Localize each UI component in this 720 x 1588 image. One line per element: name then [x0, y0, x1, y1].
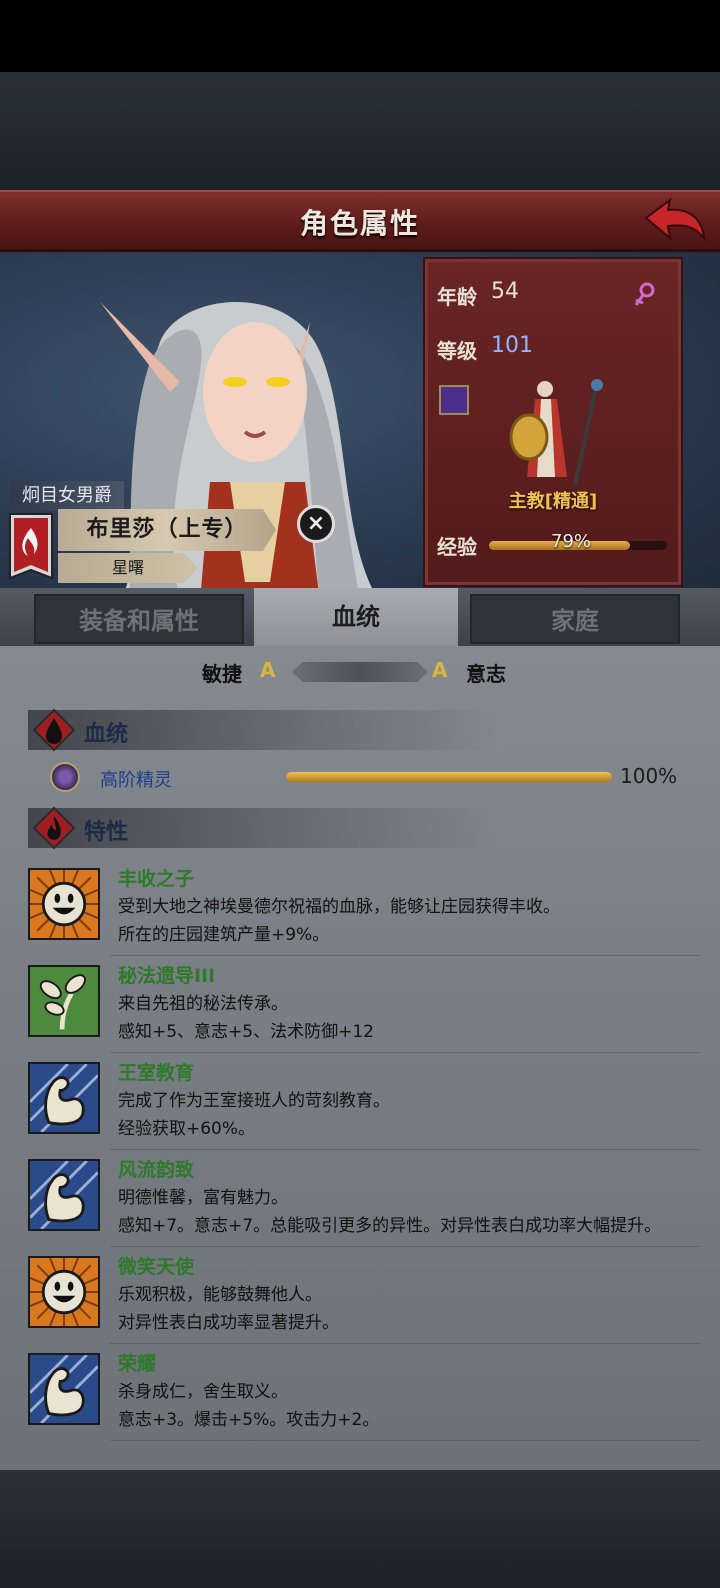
divider	[110, 1343, 700, 1344]
lineage-section-title: 血统	[84, 722, 129, 747]
female-symbol-icon	[634, 282, 655, 306]
trait-row[interactable]: 微笑天使乐观积极，能够鼓舞他人。 对异性表白成功率显著提升。	[0, 1248, 720, 1344]
exp-label: 经验	[437, 535, 477, 559]
traits-section-title: 特性	[84, 820, 129, 845]
smiley-face-icon	[26, 1254, 102, 1330]
lineage-row: 高阶精灵 100%	[50, 760, 690, 796]
top-backdrop	[0, 72, 720, 190]
character-title: 星曙	[58, 553, 198, 583]
rank-tag: 炯目女男爵	[10, 481, 124, 511]
trait-row[interactable]: 风流韵致明德惟馨，富有魅力。感知+7。意志+7。总能吸引更多的异性。对异性表白成…	[0, 1151, 720, 1247]
close-icon[interactable]: ×	[297, 505, 335, 543]
class-figure	[509, 379, 603, 486]
trait-name: 微笑天使	[118, 1256, 195, 1278]
trait-name: 丰收之子	[118, 868, 195, 890]
trait-name: 秘法遗导III	[118, 965, 216, 987]
trait-row[interactable]: 荣耀杀身成仁，舍生取义。意志+3。爆击+5%。攻击力+2。	[0, 1345, 720, 1441]
class-name: 主教[精通]	[508, 491, 598, 512]
attr-bar	[292, 662, 428, 682]
trait-description: 意志+3。爆击+5%。攻击力+2。	[118, 1410, 380, 1430]
tab-lineage[interactable]: 血统	[254, 588, 458, 646]
magic-staff-icon	[439, 385, 469, 415]
trait-row[interactable]: 秘法遗导III 来自先祖的秘法传承。感知+5、意志+5、法术防御+12	[0, 957, 720, 1053]
lineage-section-header: 血统	[28, 708, 498, 752]
smiley-face-icon	[26, 866, 102, 942]
divider	[110, 1052, 700, 1053]
title-bar: 角色属性	[0, 190, 720, 252]
age-value: 54	[491, 279, 519, 304]
level-value: 101	[491, 333, 533, 358]
attr-left-name: 敏捷	[202, 662, 242, 686]
flexed-arm-icon	[28, 1062, 100, 1134]
lineage-percent: 100%	[620, 764, 678, 788]
trait-description: 对异性表白成功率显著提升。	[118, 1313, 339, 1333]
page-title: 角色属性	[299, 207, 420, 240]
trait-description: 完成了作为王室接班人的苛刻教育。	[118, 1091, 390, 1111]
trait-description: 来自先祖的秘法传承。	[118, 994, 288, 1014]
trait-name: 荣耀	[118, 1353, 157, 1375]
trait-description: 感知+7。意志+7。总能吸引更多的异性。对异性表白成功率大幅提升。	[118, 1216, 662, 1236]
flame-banner-icon	[9, 513, 53, 580]
lineage-name: 高阶精灵	[100, 770, 172, 791]
lineage-progress-bar	[286, 772, 612, 782]
attr-right-name: 意志	[466, 662, 506, 686]
trait-description: 所在的庄园建筑产量+9%。	[118, 925, 330, 945]
divider	[110, 1440, 700, 1441]
screen: 角色属性 炯目女男爵 布里莎（上专） 星曙 × 年龄 54 等级 101 主教[…	[0, 0, 720, 1588]
attribute-row: 敏捷 A A 意志	[0, 654, 720, 688]
attr-left-grade: A	[260, 658, 276, 682]
tab-bar: 装备和属性 血统 家庭	[0, 588, 720, 646]
character-name: 布里莎（上专）	[58, 509, 276, 551]
age-label: 年龄	[437, 285, 477, 309]
level-label: 等级	[437, 339, 477, 363]
back-arrow-icon[interactable]	[642, 196, 706, 246]
flexed-arm-icon	[28, 1353, 100, 1425]
tab-family[interactable]: 家庭	[470, 594, 680, 644]
trait-name: 王室教育	[118, 1062, 195, 1084]
high-elf-icon	[50, 762, 80, 792]
trait-row[interactable]: 丰收之子受到大地之神埃曼德尔祝福的血脉，能够让庄园获得丰收。 所在的庄园建筑产量+…	[0, 860, 720, 956]
bottom-backdrop	[0, 1470, 720, 1588]
divider	[110, 1149, 700, 1150]
flame-icon	[32, 806, 76, 850]
flexed-arm-icon	[28, 1159, 100, 1231]
lineage-content: 敏捷 A A 意志 血统 高阶精灵 100% 特性 丰收之子 受到大地之神埃曼德…	[0, 646, 720, 1470]
trait-description: 感知+5、意志+5、法术防御+12	[118, 1022, 374, 1042]
divider	[110, 1246, 700, 1247]
trait-row[interactable]: 王室教育完成了作为王室接班人的苛刻教育。 经验获取+60%。	[0, 1054, 720, 1150]
info-card: 年龄 54 等级 101 主教[精通] 经验 79%	[423, 257, 683, 587]
trait-description: 杀身成仁，舍生取义。	[118, 1382, 288, 1402]
attr-right-grade: A	[432, 658, 448, 682]
leaf-sprout-icon	[28, 965, 100, 1037]
exp-percent: 79%	[551, 531, 592, 552]
trait-description: 经验获取+60%。	[118, 1119, 256, 1139]
trait-description: 受到大地之神埃曼德尔祝福的血脉，能够让庄园获得丰收。	[118, 897, 560, 917]
traits-section-header: 特性	[28, 806, 498, 850]
trait-name: 风流韵致	[118, 1159, 195, 1181]
trait-description: 明德惟馨，富有魅力。	[118, 1188, 288, 1208]
divider	[110, 955, 700, 956]
tab-equipment[interactable]: 装备和属性	[34, 594, 244, 644]
blood-drop-icon	[32, 708, 76, 752]
lineage-progress-fill	[286, 772, 612, 782]
trait-description: 乐观积极，能够鼓舞他人。	[118, 1285, 322, 1305]
